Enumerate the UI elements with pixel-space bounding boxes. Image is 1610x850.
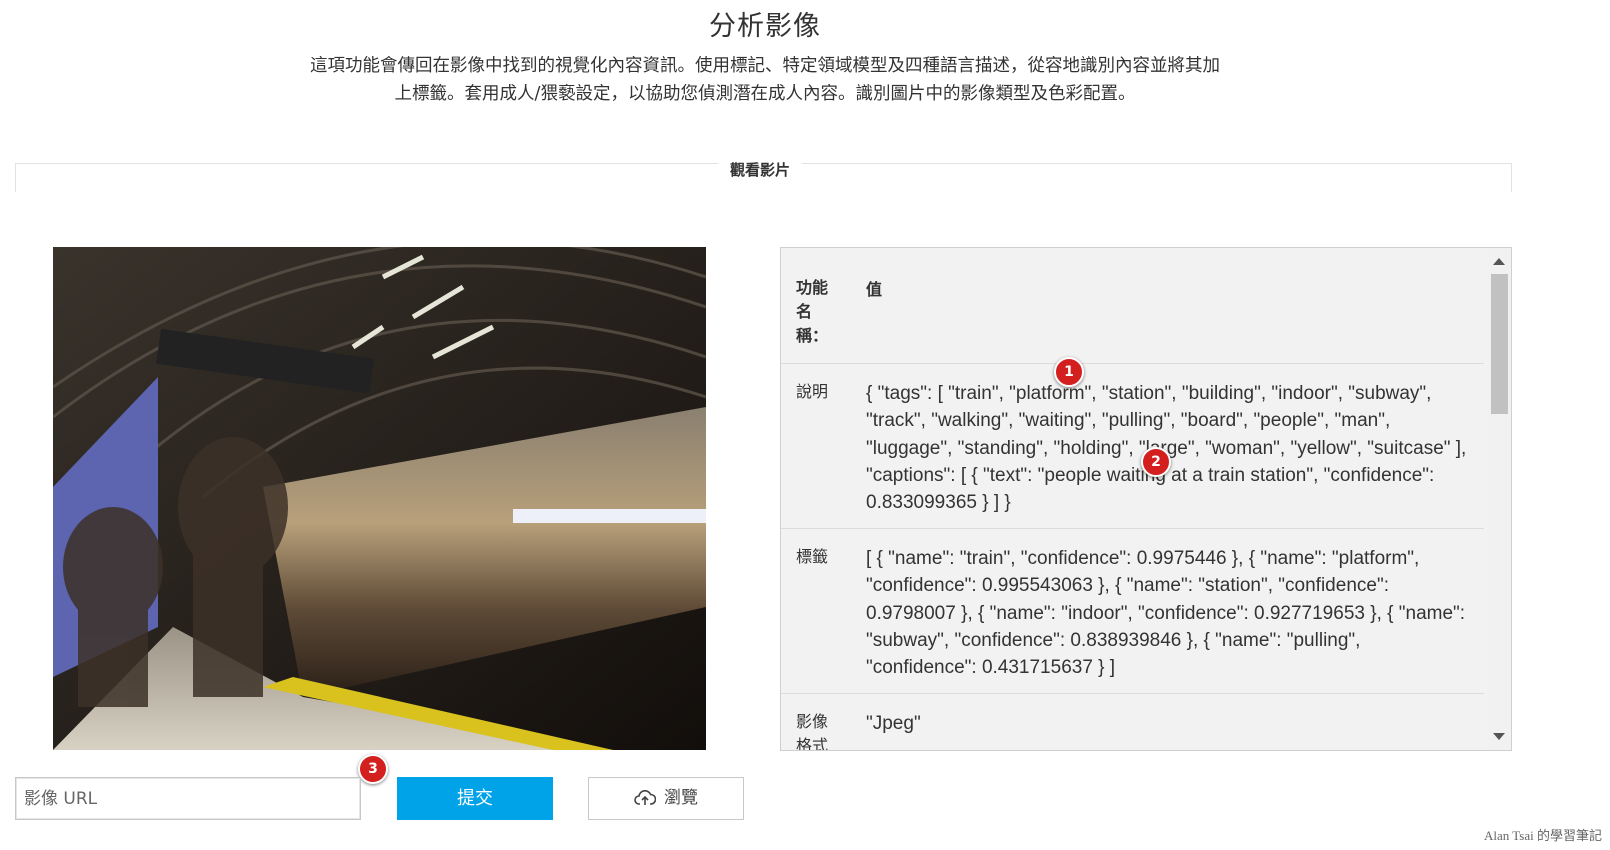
scroll-thumb[interactable]: [1491, 274, 1508, 414]
subway-train-photo: [53, 247, 706, 750]
result-value: [ { "name": "train", "confidence": 0.997…: [866, 548, 1466, 679]
browse-label: 瀏覽: [664, 788, 698, 808]
page-description: 這項功能會傳回在影像中找到的視覺化內容資訊。使用標記、特定領域模型及四種語言描述…: [265, 52, 1265, 108]
annotation-marker-3: 3: [358, 754, 388, 784]
result-value: { "tags": [ "train", "platform", "statio…: [866, 383, 1467, 514]
results-scrollbar[interactable]: [1487, 248, 1511, 750]
annotation-marker-1: 1: [1054, 357, 1084, 387]
browse-button[interactable]: 瀏覽: [588, 777, 744, 820]
value-header: 值: [866, 280, 883, 299]
result-key: 影像格式: [796, 712, 829, 751]
image-preview: [53, 247, 706, 750]
section-label: 觀看影片: [718, 159, 803, 180]
page-title: 分析影像: [709, 11, 821, 42]
scroll-up-arrow-icon[interactable]: [1493, 258, 1505, 265]
result-key: 標籤: [796, 547, 829, 566]
scroll-down-arrow-icon[interactable]: [1493, 733, 1505, 740]
cloud-upload-icon: [634, 790, 657, 805]
results-panel[interactable]: 功能名稱： 值 說明 { "tags": [ "train", "platfor…: [780, 247, 1512, 751]
image-url-input[interactable]: [15, 777, 361, 820]
description-line-1: 這項功能會傳回在影像中找到的視覺化內容資訊。使用標記、特定領域模型及四種語言描述…: [310, 56, 1220, 76]
result-value: "Jpeg": [866, 713, 921, 734]
result-row-tags: 標籤 [ { "name": "train", "confidence": 0.…: [781, 529, 1484, 694]
result-row-description: 說明 { "tags": [ "train", "platform", "sta…: [781, 364, 1484, 529]
annotation-marker-2: 2: [1141, 447, 1171, 477]
feature-name-header: 功能名稱：: [796, 278, 829, 345]
result-row-format: 影像格式 "Jpeg": [781, 694, 1484, 751]
description-line-2: 上標籤。套用成人/猥褻設定，以協助您偵測潛在成人內容。識別圖片中的影像類型及色彩…: [394, 84, 1136, 104]
watermark: Alan Tsai 的學習筆記: [1483, 828, 1602, 843]
result-key: 說明: [796, 382, 829, 401]
results-header-row: 功能名稱： 值: [781, 248, 1484, 364]
submit-button[interactable]: 提交: [397, 777, 553, 820]
